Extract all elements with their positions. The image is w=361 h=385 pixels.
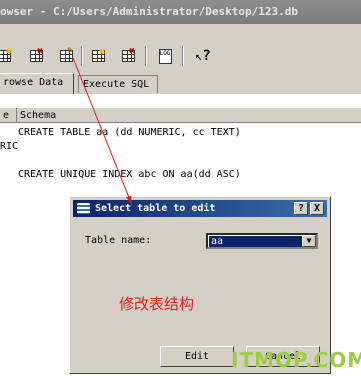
annotation-arrow bbox=[72, 57, 133, 206]
